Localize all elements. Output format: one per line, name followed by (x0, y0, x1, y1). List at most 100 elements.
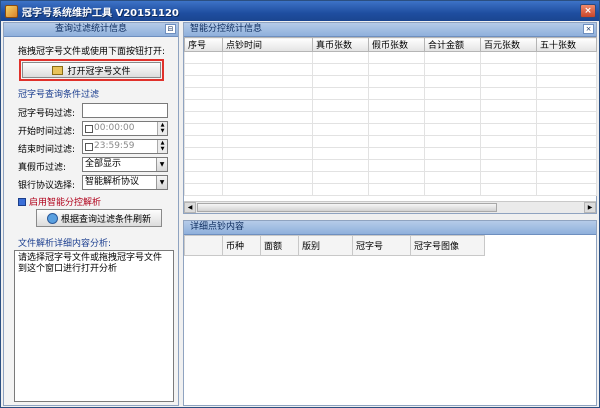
table-cell[interactable] (312, 135, 369, 148)
table-row[interactable] (184, 123, 597, 136)
table-cell[interactable] (222, 63, 313, 76)
table-row[interactable] (184, 87, 597, 100)
table-row[interactable] (184, 99, 597, 112)
stats-column-header[interactable]: 假币张数 (368, 37, 425, 52)
table-cell[interactable] (222, 99, 313, 112)
table-cell[interactable] (312, 159, 369, 172)
stats-column-header[interactable]: 合计金额 (424, 37, 481, 52)
close-button[interactable]: × (580, 4, 596, 18)
table-cell[interactable] (536, 159, 597, 172)
detail-column-header[interactable]: 版别 (298, 235, 353, 256)
end-time-checkbox[interactable] (85, 142, 93, 151)
table-cell[interactable] (536, 171, 597, 184)
table-row[interactable] (184, 135, 597, 148)
table-cell[interactable] (184, 75, 223, 88)
table-cell[interactable] (222, 123, 313, 136)
table-cell[interactable] (536, 63, 597, 76)
table-cell[interactable] (312, 51, 369, 64)
table-cell[interactable] (424, 99, 481, 112)
start-time-field[interactable]: 00:00:00 ▲ ▼ (82, 121, 168, 136)
table-cell[interactable] (536, 123, 597, 136)
table-cell[interactable] (536, 87, 597, 100)
table-cell[interactable] (424, 171, 481, 184)
analysis-log[interactable]: 请选择冠字号文件或拖拽冠字号文件到这个窗口进行打开分析 (14, 250, 174, 402)
table-cell[interactable] (312, 63, 369, 76)
table-cell[interactable] (368, 51, 425, 64)
detail-column-header[interactable]: 面额 (260, 235, 299, 256)
table-cell[interactable] (184, 99, 223, 112)
table-cell[interactable] (222, 51, 313, 64)
table-row[interactable] (184, 75, 597, 88)
table-cell[interactable] (424, 123, 481, 136)
end-time-field[interactable]: 23:59:59 ▲ ▼ (82, 139, 168, 154)
table-cell[interactable] (424, 75, 481, 88)
table-cell[interactable] (368, 123, 425, 136)
table-cell[interactable] (480, 111, 537, 124)
table-cell[interactable] (184, 159, 223, 172)
detail-column-header[interactable]: 币种 (222, 235, 261, 256)
table-row[interactable] (184, 111, 597, 124)
table-cell[interactable] (368, 111, 425, 124)
chevron-down-icon[interactable]: ▼ (156, 158, 167, 171)
scroll-right-icon[interactable]: ▶ (584, 202, 596, 213)
table-cell[interactable] (368, 159, 425, 172)
detail-column-header[interactable]: 冠字号 (352, 235, 411, 256)
table-cell[interactable] (368, 75, 425, 88)
table-cell[interactable] (222, 183, 313, 196)
table-cell[interactable] (312, 87, 369, 100)
table-cell[interactable] (184, 63, 223, 76)
table-cell[interactable] (368, 135, 425, 148)
table-cell[interactable] (312, 171, 369, 184)
table-cell[interactable] (536, 111, 597, 124)
start-time-checkbox[interactable] (85, 124, 93, 133)
table-cell[interactable] (222, 159, 313, 172)
table-cell[interactable] (222, 75, 313, 88)
table-cell[interactable] (536, 135, 597, 148)
table-cell[interactable] (536, 99, 597, 112)
smart-parse-toggle[interactable]: 启用智能分控解析 (18, 195, 101, 208)
table-cell[interactable] (368, 183, 425, 196)
stats-table[interactable]: 序号 点钞时间 真币张数 假币张数 合计金额 百元张数 五十张数 (184, 37, 597, 196)
table-cell[interactable] (312, 123, 369, 136)
table-cell[interactable] (480, 75, 537, 88)
table-cell[interactable] (368, 63, 425, 76)
table-cell[interactable] (480, 171, 537, 184)
table-cell[interactable] (480, 63, 537, 76)
protocol-select[interactable]: 智能解析协议 ▼ (82, 175, 168, 190)
table-cell[interactable] (424, 111, 481, 124)
table-row[interactable] (184, 171, 597, 184)
table-cell[interactable] (184, 87, 223, 100)
table-row[interactable] (184, 51, 597, 64)
table-cell[interactable] (184, 111, 223, 124)
table-cell[interactable] (222, 171, 313, 184)
fake-filter-select[interactable]: 全部显示 ▼ (82, 157, 168, 172)
table-cell[interactable] (480, 123, 537, 136)
close-icon[interactable]: × (583, 24, 594, 34)
table-cell[interactable] (312, 75, 369, 88)
table-cell[interactable] (184, 147, 223, 160)
scroll-left-icon[interactable]: ◀ (184, 202, 196, 213)
refresh-button[interactable]: 根据查询过滤条件刷新 (36, 209, 162, 227)
table-cell[interactable] (424, 51, 481, 64)
detail-table[interactable]: 币种 面额 版别 冠字号 冠字号图像 (184, 235, 485, 256)
table-cell[interactable] (480, 99, 537, 112)
table-row[interactable] (184, 63, 597, 76)
table-cell[interactable] (480, 51, 537, 64)
pin-icon[interactable]: ⊟ (165, 24, 176, 34)
table-cell[interactable] (184, 171, 223, 184)
table-cell[interactable] (368, 171, 425, 184)
table-cell[interactable] (368, 87, 425, 100)
table-cell[interactable] (480, 135, 537, 148)
table-cell[interactable] (222, 147, 313, 160)
table-cell[interactable] (222, 135, 313, 148)
table-cell[interactable] (222, 111, 313, 124)
scroll-thumb[interactable] (197, 203, 497, 212)
table-cell[interactable] (536, 183, 597, 196)
stats-horizontal-scrollbar[interactable]: ◀ ▶ (184, 201, 596, 213)
table-cell[interactable] (424, 135, 481, 148)
serial-filter-input[interactable] (82, 103, 168, 118)
table-cell[interactable] (480, 159, 537, 172)
table-cell[interactable] (222, 87, 313, 100)
table-cell[interactable] (480, 183, 537, 196)
open-file-button[interactable]: 打开冠字号文件 (22, 62, 161, 78)
